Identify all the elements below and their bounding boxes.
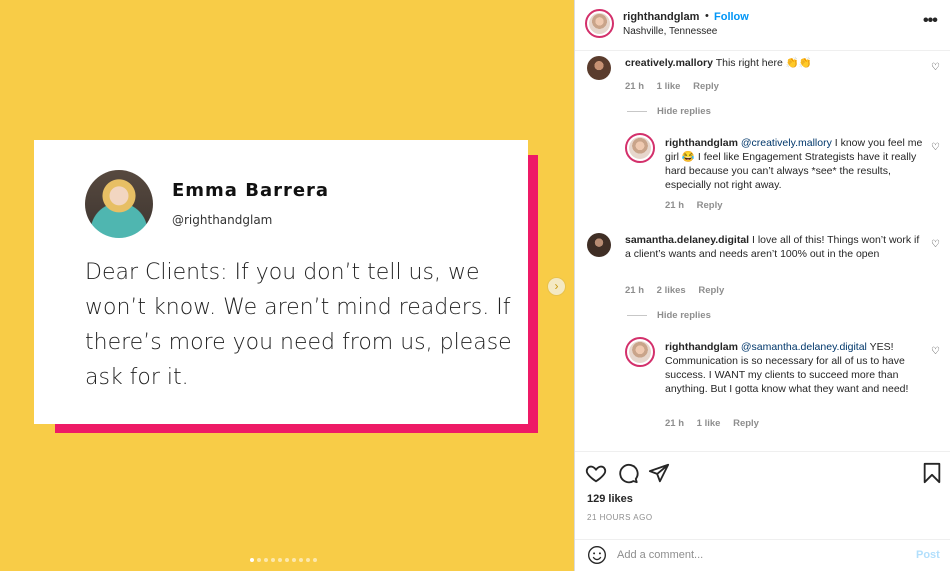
reply-meta: 21 h Reply [665, 200, 733, 211]
profile-avatar-image [589, 13, 610, 34]
carousel-dot [271, 558, 275, 562]
post-actions: 129 likes 21 HOURS AGO [575, 451, 950, 539]
post-header: righthandglam • Follow Nashville, Tennes… [575, 0, 950, 51]
carousel-dot [285, 558, 289, 562]
post-username[interactable]: righthandglam [623, 11, 699, 23]
comment-text: samantha.delaney.digital I love all of t… [625, 233, 925, 261]
carousel-dot [313, 558, 317, 562]
hide-replies-label: Hide replies [657, 106, 711, 117]
comment-like-icon[interactable]: ♡ [931, 62, 940, 73]
comment-body: This right here 👏👏 [715, 57, 812, 69]
comments-list: creatively.mallory This right here 👏👏 ♡ … [575, 51, 950, 451]
chevron-right-icon[interactable]: › [547, 277, 566, 296]
commenter-avatar[interactable] [587, 233, 611, 257]
quote-text: Dear Clients: If you don’t tell us, we w… [85, 260, 512, 390]
comment-username[interactable]: samantha.delaney.digital [625, 234, 749, 246]
comment-meta: 21 h 2 likes Reply [625, 285, 734, 296]
likes-count[interactable]: 129 likes [587, 493, 633, 505]
add-comment-bar: Add a comment... Post [575, 539, 950, 571]
comment-username[interactable]: creatively.mallory [625, 57, 713, 69]
reply-avatar-image [629, 137, 651, 159]
smiley-icon[interactable] [587, 545, 607, 565]
reply-text: righthandglam @creatively.mallory I know… [665, 136, 923, 192]
separator-dot: • [705, 10, 709, 22]
hide-replies-button[interactable]: Hide replies [627, 106, 711, 117]
comment-input[interactable]: Add a comment... [617, 549, 703, 561]
carousel-dot [257, 558, 261, 562]
reply-avatar-image [629, 341, 651, 363]
reply-username[interactable]: righthandglam [665, 137, 738, 149]
carousel-dot [250, 558, 254, 562]
reply-username[interactable]: righthandglam [665, 341, 738, 353]
hide-replies-button[interactable]: Hide replies [627, 310, 711, 321]
comment-text: creatively.mallory This right here 👏👏 [625, 56, 925, 70]
post-sidebar: righthandglam • Follow Nashville, Tennes… [574, 0, 950, 571]
comment-like-icon[interactable]: ♡ [931, 239, 940, 250]
comment-icon[interactable] [617, 462, 639, 484]
reply-mention[interactable]: @samantha.delaney.digital [741, 341, 867, 353]
profile-avatar[interactable] [585, 9, 614, 38]
reply-meta: 21 h 1 like Reply [665, 418, 769, 429]
reply-avatar[interactable] [625, 337, 655, 367]
reply-button[interactable]: Reply [698, 285, 724, 296]
reply-button[interactable]: Reply [697, 200, 723, 211]
divider-line [627, 110, 647, 112]
author-name: Emma Barrera [172, 180, 330, 201]
comment-meta: 21 h 1 like Reply [625, 81, 729, 92]
bookmark-icon[interactable] [921, 462, 943, 484]
carousel-dot [299, 558, 303, 562]
carousel-dot [278, 558, 282, 562]
reply-mention[interactable]: @creatively.mallory [741, 137, 832, 149]
comment-time: 21 h [625, 81, 645, 92]
comment-likes[interactable]: 1 like [657, 81, 681, 92]
author-avatar [85, 170, 153, 238]
post-timestamp: 21 HOURS AGO [587, 513, 653, 522]
commenter-avatar[interactable] [587, 56, 611, 80]
instagram-post-modal: Emma Barrera @righthandglam Dear Clients… [0, 0, 950, 571]
reply-like-icon[interactable]: ♡ [931, 142, 940, 153]
quote-card: Emma Barrera @righthandglam Dear Clients… [34, 140, 528, 424]
carousel-dot [292, 558, 296, 562]
reply-like-icon[interactable]: ♡ [931, 346, 940, 357]
reply-text: righthandglam @samantha.delaney.digital … [665, 340, 923, 396]
comment-time: 21 h [625, 285, 645, 296]
author-handle: @righthandglam [172, 213, 273, 227]
carousel-dot [264, 558, 268, 562]
reply-button[interactable]: Reply [693, 81, 719, 92]
post-media[interactable]: Emma Barrera @righthandglam Dear Clients… [0, 0, 574, 571]
reply-likes[interactable]: 1 like [697, 418, 721, 429]
reply-avatar[interactable] [625, 133, 655, 163]
carousel-dot [306, 558, 310, 562]
reply-time: 21 h [665, 200, 685, 211]
more-horizontal-icon[interactable]: ••• [923, 12, 938, 30]
reply-button[interactable]: Reply [733, 418, 759, 429]
reply-time: 21 h [665, 418, 685, 429]
follow-button[interactable]: Follow [714, 11, 749, 23]
divider-line [627, 314, 647, 316]
comment-likes[interactable]: 2 likes [657, 285, 686, 296]
heart-icon[interactable] [585, 462, 607, 484]
post-button[interactable]: Post [916, 549, 940, 561]
paper-plane-icon[interactable] [648, 462, 670, 484]
post-location[interactable]: Nashville, Tennessee [623, 26, 717, 37]
carousel-dots [250, 558, 317, 562]
hide-replies-label: Hide replies [657, 310, 711, 321]
